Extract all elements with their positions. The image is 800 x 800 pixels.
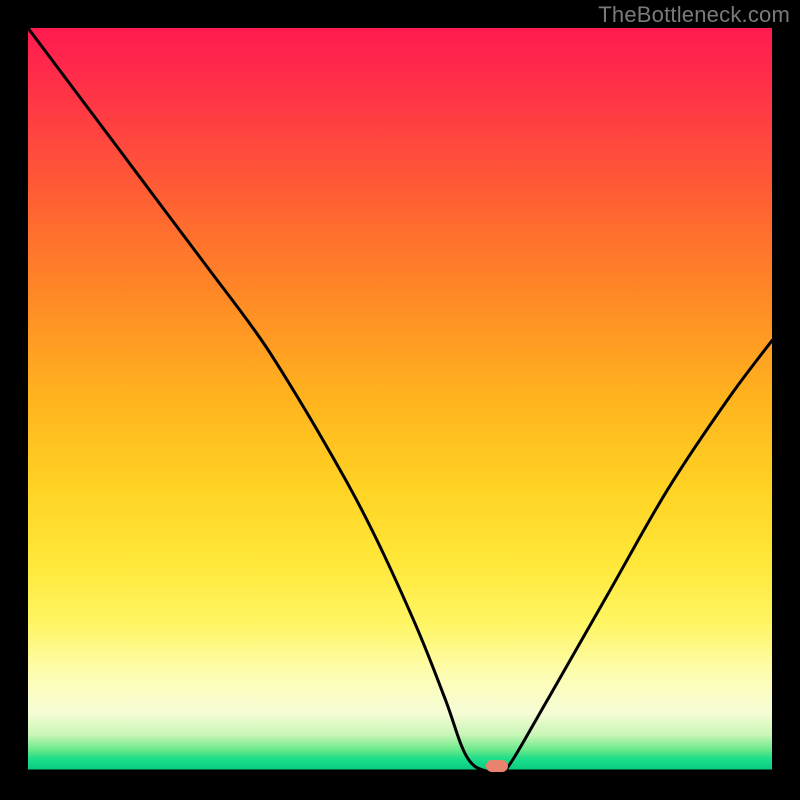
plot-area <box>28 28 772 772</box>
chart-frame: TheBottleneck.com <box>0 0 800 800</box>
optimal-marker <box>486 760 508 772</box>
curve-layer <box>28 28 772 772</box>
watermark-text: TheBottleneck.com <box>598 2 790 28</box>
bottleneck-curve <box>28 28 772 772</box>
